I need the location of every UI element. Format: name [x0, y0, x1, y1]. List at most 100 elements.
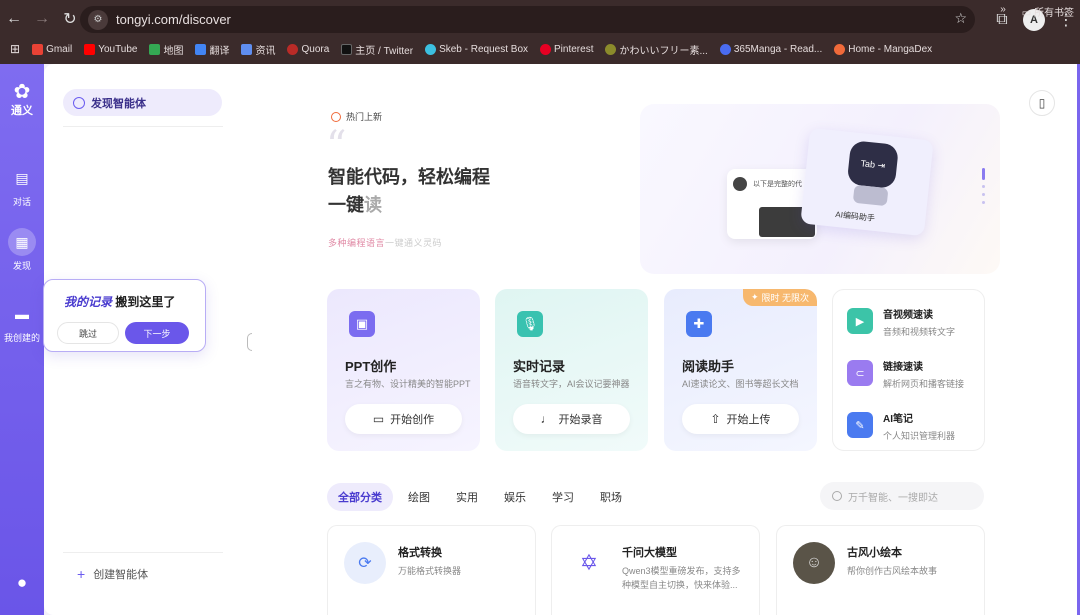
bookmark-pinterest[interactable]: Pinterest	[534, 43, 599, 55]
qwen-icon: ✡	[568, 542, 610, 584]
bookmark-gmail[interactable]: Gmail	[26, 43, 78, 55]
discover-agents-button[interactable]: 发现智能体	[63, 89, 222, 116]
bookmark-youtube[interactable]: YouTube	[78, 43, 143, 55]
quora-icon	[287, 43, 299, 55]
divider	[63, 126, 223, 127]
upload-icon: ⇧	[710, 412, 721, 426]
more-bookmarks-icon[interactable]: »	[1000, 4, 1006, 19]
next-step-button[interactable]: 下一步	[125, 322, 189, 344]
tab-practical[interactable]: 实用	[445, 483, 489, 511]
chat-icon: ▤	[15, 169, 29, 186]
document-icon[interactable]: ▯	[1029, 90, 1055, 116]
tab-study[interactable]: 学习	[541, 483, 585, 511]
skeb-icon	[425, 43, 437, 55]
mic-icon: ♩	[540, 412, 553, 426]
user-icon[interactable]: ●	[10, 573, 34, 597]
left-rail: ✿ 通义 ▤ 对话 ▦ 发现 ▬ 我创建的 ●	[0, 64, 44, 615]
card-title: PPT创作	[345, 359, 397, 374]
bookmark-news[interactable]: 资讯	[235, 42, 281, 57]
panel-collapse-handle[interactable]	[247, 333, 252, 351]
agent-card-qwen[interactable]: ✡ 千问大模型 Qwen3模型重磅发布，支持多种模型自主切换，快来体验...	[551, 525, 760, 615]
agent-card-ancient-picturebook[interactable]: ☺ 古风小绘本 帮你创作古风绘本故事	[776, 525, 985, 615]
link-speed-read-item[interactable]: ⊂ 链接速读 解析网页和播客链接	[847, 358, 964, 390]
bookmark-star-icon[interactable]: ☆	[954, 10, 967, 27]
agent-search-input[interactable]: 万千智能、一搜即达	[820, 482, 984, 510]
tongyi-logo[interactable]: ✿ 通义	[6, 82, 38, 118]
news-icon	[241, 43, 253, 55]
av-speed-read-item[interactable]: ▶ 音视频速读 音频和视频转文字	[847, 306, 955, 338]
tab-workplace[interactable]: 职场	[589, 483, 633, 511]
bulb-icon: ✦	[750, 292, 759, 302]
start-creating-button[interactable]: ▭ 开始创作	[345, 404, 462, 434]
folder-icon: ▬	[15, 306, 29, 322]
hero-subtitle: 多种编程语言一键通义灵码	[328, 238, 443, 248]
portrait-icon: ☺	[793, 542, 835, 584]
carousel-dot[interactable]	[982, 193, 985, 196]
bookmark-quora[interactable]: Quora	[281, 43, 335, 55]
bookmark-skeb[interactable]: Skeb - Request Box	[419, 43, 534, 55]
hero-title-line2: 一键读	[328, 195, 382, 215]
category-tabs: 全部分类 绘图 实用 娱乐 学习 职场	[327, 483, 633, 511]
start-upload-button[interactable]: ⇧ 开始上传	[682, 404, 799, 434]
forward-icon[interactable]: →	[28, 5, 56, 33]
ppt-creation-card[interactable]: ▣ PPT创作 言之有物、设计精美的智能PPT ▭ 开始创作	[327, 289, 480, 451]
start-recording-button[interactable]: ♩ 开始录音	[513, 404, 630, 434]
carousel-indicator[interactable]	[982, 168, 985, 210]
x-icon	[341, 43, 353, 55]
apps-icon[interactable]: ⊞	[4, 42, 26, 56]
kawaii-icon	[605, 43, 617, 55]
bookmarks-right: » ▭ 所有书签	[1000, 4, 1074, 19]
search-icon	[832, 491, 842, 501]
onboarding-tooltip: 我的记录 搬到这里了 跳过 下一步	[43, 279, 206, 352]
site-info-icon[interactable]: ⚙	[88, 9, 108, 30]
presentation-icon: ▣	[349, 311, 375, 337]
pen-icon: ✎	[847, 412, 873, 438]
rail-item-discover[interactable]: ▦ 发现	[0, 228, 44, 272]
url-text[interactable]: tongyi.com/discover	[116, 12, 231, 27]
bookmark-mangadex[interactable]: Home - MangaDex	[828, 43, 938, 55]
quick-tools-card: ▶ 音视频速读 音频和视频转文字 ⊂ 链接速读 解析网页和播客链接 ✎ AI笔记 个人…	[832, 289, 985, 451]
tab-all[interactable]: 全部分类	[327, 483, 393, 511]
code-preview-text: 以下是完整的代	[753, 181, 802, 188]
card-desc: 言之有物、设计精美的智能PPT	[345, 379, 471, 389]
limited-badge: ✦ 限时 无限次	[742, 289, 817, 306]
ai-coding-assistant-card[interactable]: Tab ⇥ AI编码助手	[800, 127, 934, 237]
hot-new-tag: 热门上新	[331, 110, 382, 123]
bookmark-twitter[interactable]: 主页 / Twitter	[335, 42, 419, 57]
main-content: ▯ 热门上新 “ 智能代码，轻松编程 一键读 多种编程语言一键通义灵码 以下是完…	[240, 64, 1077, 615]
reading-assistant-card[interactable]: ✦ 限时 无限次 ✚ 阅读助手 AI速读论文、图书等超长文档 ⇧ 开始上传	[664, 289, 817, 451]
maps-icon	[149, 43, 161, 55]
avatar	[733, 177, 747, 191]
tongyi-logo-icon: ✿	[13, 81, 31, 103]
realtime-record-card[interactable]: 🎙 实时记录 语音转文字，AI会议记要神器 ♩ 开始录音	[495, 289, 648, 451]
tab-entertainment[interactable]: 娱乐	[493, 483, 537, 511]
carousel-dot[interactable]	[982, 201, 985, 204]
fire-icon	[331, 111, 341, 122]
skip-button[interactable]: 跳过	[57, 322, 119, 344]
address-bar[interactable]: ⚙ tongyi.com/discover ☆	[80, 6, 975, 33]
carousel-dot[interactable]	[982, 185, 985, 188]
robot-label: AI编码助手	[834, 209, 876, 223]
convert-icon: ⟳	[344, 542, 386, 584]
agent-card-format-convert[interactable]: ⟳ 格式转换 万能格式转换器	[327, 525, 536, 615]
bookmark-translate[interactable]: 翻译	[189, 42, 235, 57]
rail-item-chat[interactable]: ▤ 对话	[0, 164, 44, 208]
bookmark-maps[interactable]: 地图	[143, 42, 189, 57]
back-icon[interactable]: ←	[0, 5, 28, 33]
robot-body	[852, 184, 889, 207]
carousel-dot-active[interactable]	[982, 168, 985, 180]
create-agent-button[interactable]: + 创建智能体	[77, 566, 148, 582]
pinterest-icon	[540, 43, 552, 55]
manga-icon	[719, 43, 731, 55]
all-bookmarks-button[interactable]: ▭ 所有书签	[1022, 4, 1074, 19]
ai-notes-item[interactable]: ✎ AI笔记 个人知识管理利器	[847, 410, 955, 442]
plus-icon: +	[77, 566, 86, 582]
tab-drawing[interactable]: 绘图	[397, 483, 441, 511]
rail-item-my-created[interactable]: ▬ 我创建的	[0, 300, 44, 344]
youtube-icon	[84, 43, 96, 55]
bookmark-365manga[interactable]: 365Manga - Read...	[714, 43, 828, 55]
quote-icon: “	[326, 123, 347, 169]
grid-icon: ▦	[8, 228, 36, 256]
hero-title: 智能代码，轻松编程	[328, 167, 490, 187]
bookmark-kawaii[interactable]: かわいいフリー素...	[599, 42, 713, 57]
